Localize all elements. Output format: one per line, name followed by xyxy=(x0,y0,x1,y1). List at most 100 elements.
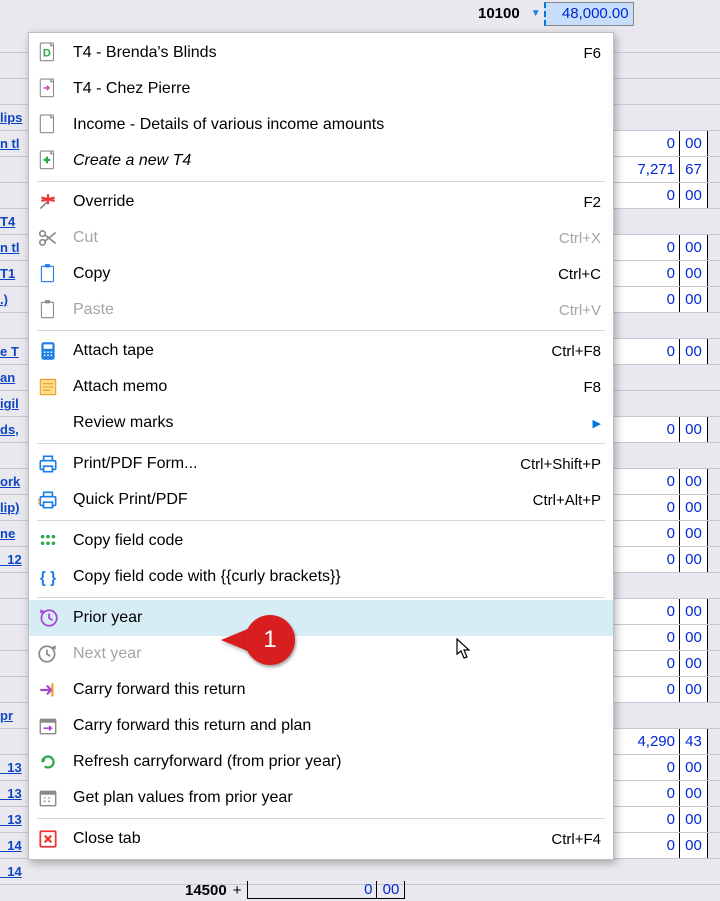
menu-item-label: Copy field code with {{curly brackets}} xyxy=(73,568,601,586)
row-cents: 00 xyxy=(680,755,708,780)
menu-item-label: Copy field code xyxy=(73,532,601,550)
menu-item-label: Carry forward this return xyxy=(73,681,601,699)
menu-item-attach-memo[interactable]: Attach memoF8 xyxy=(29,369,613,405)
row-cents: 00 xyxy=(680,625,708,650)
menu-item-get-plan[interactable]: Get plan values from prior year xyxy=(29,780,613,816)
field-code: 10100 xyxy=(470,5,528,22)
menu-item-copy-field[interactable]: Copy field code xyxy=(29,523,613,559)
menu-item-carry-fwd[interactable]: Carry forward this return xyxy=(29,672,613,708)
menu-item-print-pdf[interactable]: Print/PDF Form...Ctrl+Shift+P xyxy=(29,446,613,482)
row-left-label: _13 xyxy=(0,786,28,801)
menu-item-shortcut: Ctrl+V xyxy=(543,302,601,319)
clock-fwd-icon xyxy=(37,643,59,665)
refresh-icon xyxy=(37,751,59,773)
row-cents: 00 xyxy=(680,521,708,546)
row-left-label: .) xyxy=(0,292,28,307)
menu-item-income-details[interactable]: Income - Details of various income amoun… xyxy=(29,107,613,143)
row-value: 0 xyxy=(605,287,680,312)
menu-item-label: Carry forward this return and plan xyxy=(73,717,601,735)
menu-item-copy-field-curly[interactable]: { }Copy field code with {{curly brackets… xyxy=(29,559,613,595)
menu-item-shortcut: Ctrl+F8 xyxy=(535,343,601,360)
printer-quick-icon xyxy=(37,489,59,511)
doc-icon xyxy=(37,114,59,136)
bottom-field: 14500 + 0 00 xyxy=(185,881,405,899)
menu-item-label: Paste xyxy=(73,301,543,319)
row-left-label: _12 xyxy=(0,552,28,567)
menu-item-label: Review marks xyxy=(73,414,577,432)
menu-item-t4-chez[interactable]: T4 - Chez Pierre xyxy=(29,71,613,107)
plus-sign: + xyxy=(233,882,242,899)
row-left-label: T1 xyxy=(0,266,28,281)
top-field: 10100 ▼ 48,000.00 xyxy=(470,0,634,27)
menu-item-label: Copy xyxy=(73,265,542,283)
clock-back-icon xyxy=(37,607,59,629)
menu-item-label: T4 - Chez Pierre xyxy=(73,80,601,98)
doc-plus-icon xyxy=(37,150,59,172)
row-value: 0 xyxy=(605,677,680,702)
row-cents: 00 xyxy=(680,287,708,312)
menu-separator xyxy=(37,520,605,521)
row-left-label: _13 xyxy=(0,760,28,775)
row-value: 0 xyxy=(605,183,680,208)
menu-item-shortcut: F2 xyxy=(567,194,601,211)
menu-item-prior-year[interactable]: Prior year xyxy=(29,600,613,636)
menu-item-override[interactable]: OverrideF2 xyxy=(29,184,613,220)
row-value: 0 xyxy=(605,495,680,520)
row-value: 0 xyxy=(605,599,680,624)
row-value: 0 xyxy=(605,261,680,286)
field-value[interactable]: 48,000.00 xyxy=(544,2,634,26)
doc-arrow-icon xyxy=(37,78,59,100)
row-value: 0 xyxy=(605,235,680,260)
row-value: 0 xyxy=(605,547,680,572)
row-cents: 00 xyxy=(680,417,708,442)
menu-item-t4-brenda[interactable]: DT4 - Brenda's BlindsF6 xyxy=(29,35,613,71)
bottom-value: 0 xyxy=(247,881,377,899)
row-left-label: _14 xyxy=(0,838,28,853)
menu-item-label: Override xyxy=(73,193,567,211)
menu-item-quick-print[interactable]: Quick Print/PDFCtrl+Alt+P xyxy=(29,482,613,518)
menu-item-close-tab[interactable]: Close tabCtrl+F4 xyxy=(29,821,613,857)
row-cents: 43 xyxy=(680,729,708,754)
row-cents: 00 xyxy=(680,677,708,702)
menu-item-shortcut: F6 xyxy=(567,45,601,62)
row-left-label: an xyxy=(0,370,28,385)
row-value: 0 xyxy=(605,781,680,806)
row-left-label: ds, xyxy=(0,422,28,437)
menu-item-refresh-carry[interactable]: Refresh carryforward (from prior year) xyxy=(29,744,613,780)
calendar-icon xyxy=(37,787,59,809)
close-box-icon xyxy=(37,828,59,850)
row-cents: 00 xyxy=(680,651,708,676)
row-cents: 00 xyxy=(680,183,708,208)
row-value: 0 xyxy=(605,625,680,650)
printer-icon xyxy=(37,453,59,475)
svg-text:D: D xyxy=(43,47,51,59)
row-cents: 00 xyxy=(680,339,708,364)
context-menu: DT4 - Brenda's BlindsF6 T4 - Chez Pierre I… xyxy=(28,32,614,860)
row-left-label: pr xyxy=(0,708,28,723)
memo-icon xyxy=(37,376,59,398)
row-left-label: lip) xyxy=(0,500,28,515)
menu-item-shortcut: Ctrl+Shift+P xyxy=(504,456,601,473)
asterisk-icon xyxy=(37,191,59,213)
menu-item-label: Quick Print/PDF xyxy=(73,491,517,509)
menu-item-shortcut: Ctrl+F4 xyxy=(535,831,601,848)
menu-item-label: Print/PDF Form... xyxy=(73,455,504,473)
row-cents: 00 xyxy=(680,235,708,260)
menu-item-create-t4[interactable]: Create a new T4 xyxy=(29,143,613,179)
menu-item-cut: CutCtrl+X xyxy=(29,220,613,256)
menu-item-attach-tape[interactable]: Attach tapeCtrl+F8 xyxy=(29,333,613,369)
menu-item-copy[interactable]: CopyCtrl+C xyxy=(29,256,613,292)
calc-icon xyxy=(37,340,59,362)
clipboard-copy-icon xyxy=(37,263,59,285)
row-cents: 00 xyxy=(680,833,708,858)
clipboard-paste-icon xyxy=(37,299,59,321)
submenu-arrow-icon: ▶ xyxy=(577,417,601,430)
menu-item-label: Prior year xyxy=(73,609,601,627)
menu-item-carry-fwd-plan[interactable]: Carry forward this return and plan xyxy=(29,708,613,744)
menu-item-review-marks[interactable]: Review marks▶ xyxy=(29,405,613,441)
row-left-label: lips xyxy=(0,110,28,125)
menu-item-paste: PasteCtrl+V xyxy=(29,292,613,328)
row-cents: 00 xyxy=(680,131,708,156)
menu-item-shortcut: F8 xyxy=(567,379,601,396)
menu-item-label: Close tab xyxy=(73,830,535,848)
